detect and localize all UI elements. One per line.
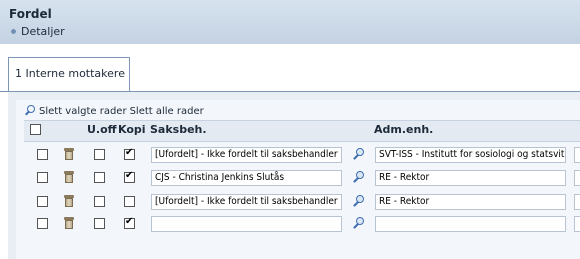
- admenh-field[interactable]: SVT-ISS - Institutt for sosiologi og sta…: [375, 147, 566, 163]
- row-kopi-checkbox[interactable]: [124, 216, 135, 229]
- delete-row-icon[interactable]: [64, 148, 74, 160]
- window-header: Fordel Detaljer: [0, 0, 580, 45]
- row-select-checkbox[interactable]: [37, 218, 48, 229]
- tab-strip: 1 Interne mottakere: [0, 44, 580, 92]
- saksbeh-field[interactable]: [Ufordelt] - Ikke fordelt til saksbehand…: [151, 194, 342, 210]
- admenh-field[interactable]: [375, 216, 566, 232]
- next-column-field[interactable]: [574, 194, 580, 210]
- row-uoff-checkbox[interactable]: [94, 149, 105, 160]
- row-kopi-checkbox[interactable]: [124, 196, 135, 207]
- details-icon: [9, 27, 18, 36]
- window-title: Fordel: [9, 7, 52, 21]
- saksbeh-field[interactable]: CJS - Christina Jenkins Slutås: [151, 170, 342, 186]
- details-link[interactable]: Detaljer: [9, 25, 65, 38]
- tab-label: Interne mottakere: [25, 67, 125, 80]
- saksbeh-lookup-icon[interactable]: [352, 148, 365, 161]
- grid-actions: Slett valgte rader Slett alle rader: [24, 104, 204, 118]
- row-kopi-checkbox[interactable]: [124, 147, 135, 160]
- delete-row-icon[interactable]: [64, 171, 74, 183]
- saksbeh-lookup-icon[interactable]: [352, 171, 365, 184]
- next-column-field[interactable]: [574, 170, 580, 186]
- saksbeh-field[interactable]: [151, 216, 342, 232]
- row-uoff-checkbox[interactable]: [94, 196, 105, 207]
- saksbeh-lookup-icon[interactable]: [352, 217, 365, 230]
- saksbeh-lookup-icon[interactable]: [352, 195, 365, 208]
- row-uoff-checkbox[interactable]: [94, 172, 105, 183]
- tab-interne-mottakere[interactable]: 1 Interne mottakere: [8, 57, 130, 91]
- row-select-checkbox[interactable]: [37, 149, 48, 160]
- delete-all-rows-link[interactable]: Slett alle rader: [130, 106, 204, 117]
- row-select-checkbox[interactable]: [37, 196, 48, 207]
- next-column-field[interactable]: [574, 147, 580, 163]
- delete-selected-rows-link[interactable]: Slett valgte rader: [39, 106, 127, 117]
- delete-row-icon[interactable]: [64, 217, 74, 229]
- details-label: Detaljer: [21, 25, 65, 38]
- row-uoff-checkbox[interactable]: [94, 218, 105, 229]
- delete-row-icon[interactable]: [64, 195, 74, 207]
- row-select-checkbox[interactable]: [37, 172, 48, 183]
- tab-number: 1: [15, 67, 22, 80]
- column-header-kopi: Kopi: [118, 123, 146, 136]
- row-kopi-checkbox[interactable]: [124, 170, 135, 183]
- next-column-field[interactable]: [574, 216, 580, 232]
- saksbeh-field[interactable]: [Ufordelt] - Ikke fordelt til saksbehand…: [151, 147, 342, 163]
- admenh-field[interactable]: RE - Rektor: [375, 194, 566, 210]
- select-all-checkbox[interactable]: [30, 124, 41, 135]
- column-header-saksbeh: Saksbeh.: [150, 123, 207, 136]
- column-header-uoff: U.off: [87, 123, 117, 136]
- search-icon: [24, 105, 36, 117]
- admenh-field[interactable]: RE - Rektor: [375, 170, 566, 186]
- column-header-admenh: Adm.enh.: [374, 123, 434, 136]
